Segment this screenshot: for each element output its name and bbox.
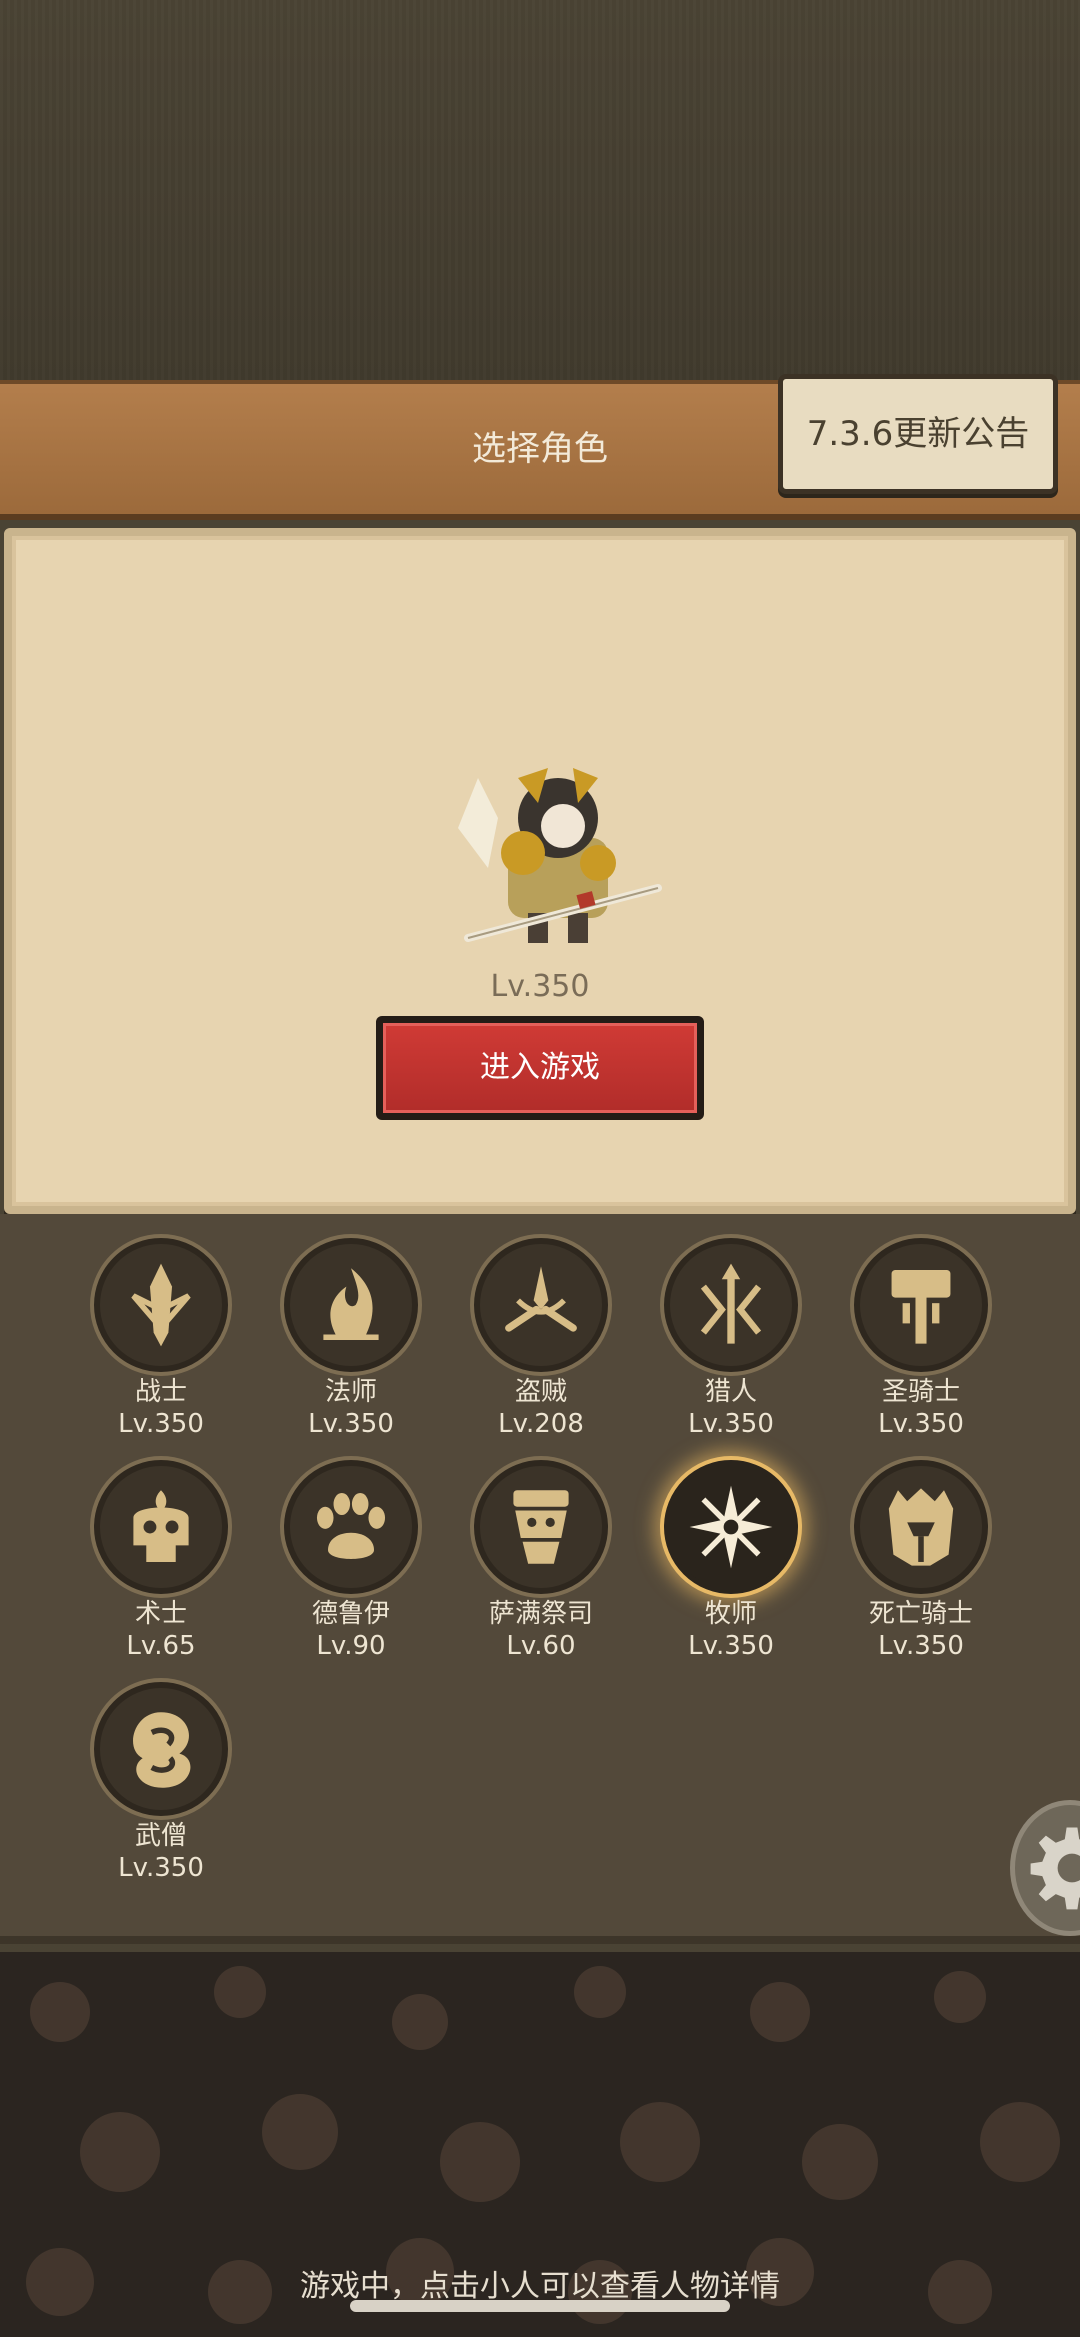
- class-item-paladin[interactable]: 圣骑士 Lv.350: [826, 1234, 1016, 1444]
- hunter-arrows-icon: [660, 1234, 802, 1376]
- class-item-warlock[interactable]: 术士 Lv.65: [66, 1456, 256, 1666]
- class-level: Lv.350: [878, 1409, 964, 1439]
- class-level: Lv.208: [498, 1409, 584, 1439]
- class-item-hunter[interactable]: 猎人 Lv.350: [636, 1234, 826, 1444]
- hero-character-sprite[interactable]: [448, 758, 668, 958]
- class-item-monk[interactable]: 武僧 Lv.350: [66, 1678, 256, 1888]
- top-background: [0, 0, 1080, 380]
- monk-swirl-icon: [90, 1678, 232, 1820]
- class-name: 盗贼: [514, 1377, 567, 1407]
- class-name: 武僧: [134, 1821, 187, 1851]
- class-level: Lv.350: [308, 1409, 394, 1439]
- class-name: 萨满祭司: [488, 1599, 593, 1629]
- class-name: 法师: [324, 1377, 377, 1407]
- deathknight-helm-icon: [850, 1456, 992, 1598]
- character-select-screen: 选择角色 7.3.6更新公告 Lv.350 进入游戏 战士 Lv.350 法师: [0, 0, 1080, 2337]
- rogue-daggers-icon: [470, 1234, 612, 1376]
- class-level: Lv.65: [126, 1631, 196, 1661]
- update-notice-button[interactable]: 7.3.6更新公告: [778, 374, 1058, 494]
- class-item-mage[interactable]: 法师 Lv.350: [256, 1234, 446, 1444]
- class-name: 德鲁伊: [311, 1599, 390, 1629]
- enter-game-label: 进入游戏: [383, 1023, 697, 1113]
- class-item-shaman[interactable]: 萨满祭司 Lv.60: [446, 1456, 636, 1666]
- class-level: Lv.350: [688, 1631, 774, 1661]
- class-level: Lv.60: [506, 1631, 576, 1661]
- class-name: 死亡骑士: [868, 1599, 973, 1629]
- priest-star-icon: [660, 1456, 802, 1598]
- class-level: Lv.90: [316, 1631, 386, 1661]
- class-level: Lv.350: [118, 1409, 204, 1439]
- class-item-rogue[interactable]: 盗贼 Lv.208: [446, 1234, 636, 1444]
- class-name: 猎人: [704, 1377, 757, 1407]
- enter-game-button[interactable]: 进入游戏: [376, 1016, 704, 1120]
- paladin-hammer-icon: [850, 1234, 992, 1376]
- shaman-totem-icon: [470, 1456, 612, 1598]
- class-name: 战士: [134, 1377, 187, 1407]
- class-level: Lv.350: [878, 1631, 964, 1661]
- hero-level: Lv.350: [490, 969, 590, 1004]
- class-item-death-knight[interactable]: 死亡骑士 Lv.350: [826, 1456, 1016, 1666]
- warrior-sword-icon: [90, 1234, 232, 1376]
- home-indicator[interactable]: [350, 2300, 730, 2312]
- class-item-warrior[interactable]: 战士 Lv.350: [66, 1234, 256, 1444]
- class-level: Lv.350: [118, 1853, 204, 1883]
- druid-paw-icon: [280, 1456, 422, 1598]
- class-name: 圣骑士: [881, 1377, 960, 1407]
- gear-icon: [1030, 1827, 1080, 1910]
- class-name: 牧师: [704, 1599, 757, 1629]
- class-item-druid[interactable]: 德鲁伊 Lv.90: [256, 1456, 446, 1666]
- class-item-priest[interactable]: 牧师 Lv.350: [636, 1456, 826, 1666]
- class-level: Lv.350: [688, 1409, 774, 1439]
- class-name: 术士: [134, 1599, 187, 1629]
- warlock-skull-icon: [90, 1456, 232, 1598]
- mage-flame-icon: [280, 1234, 422, 1376]
